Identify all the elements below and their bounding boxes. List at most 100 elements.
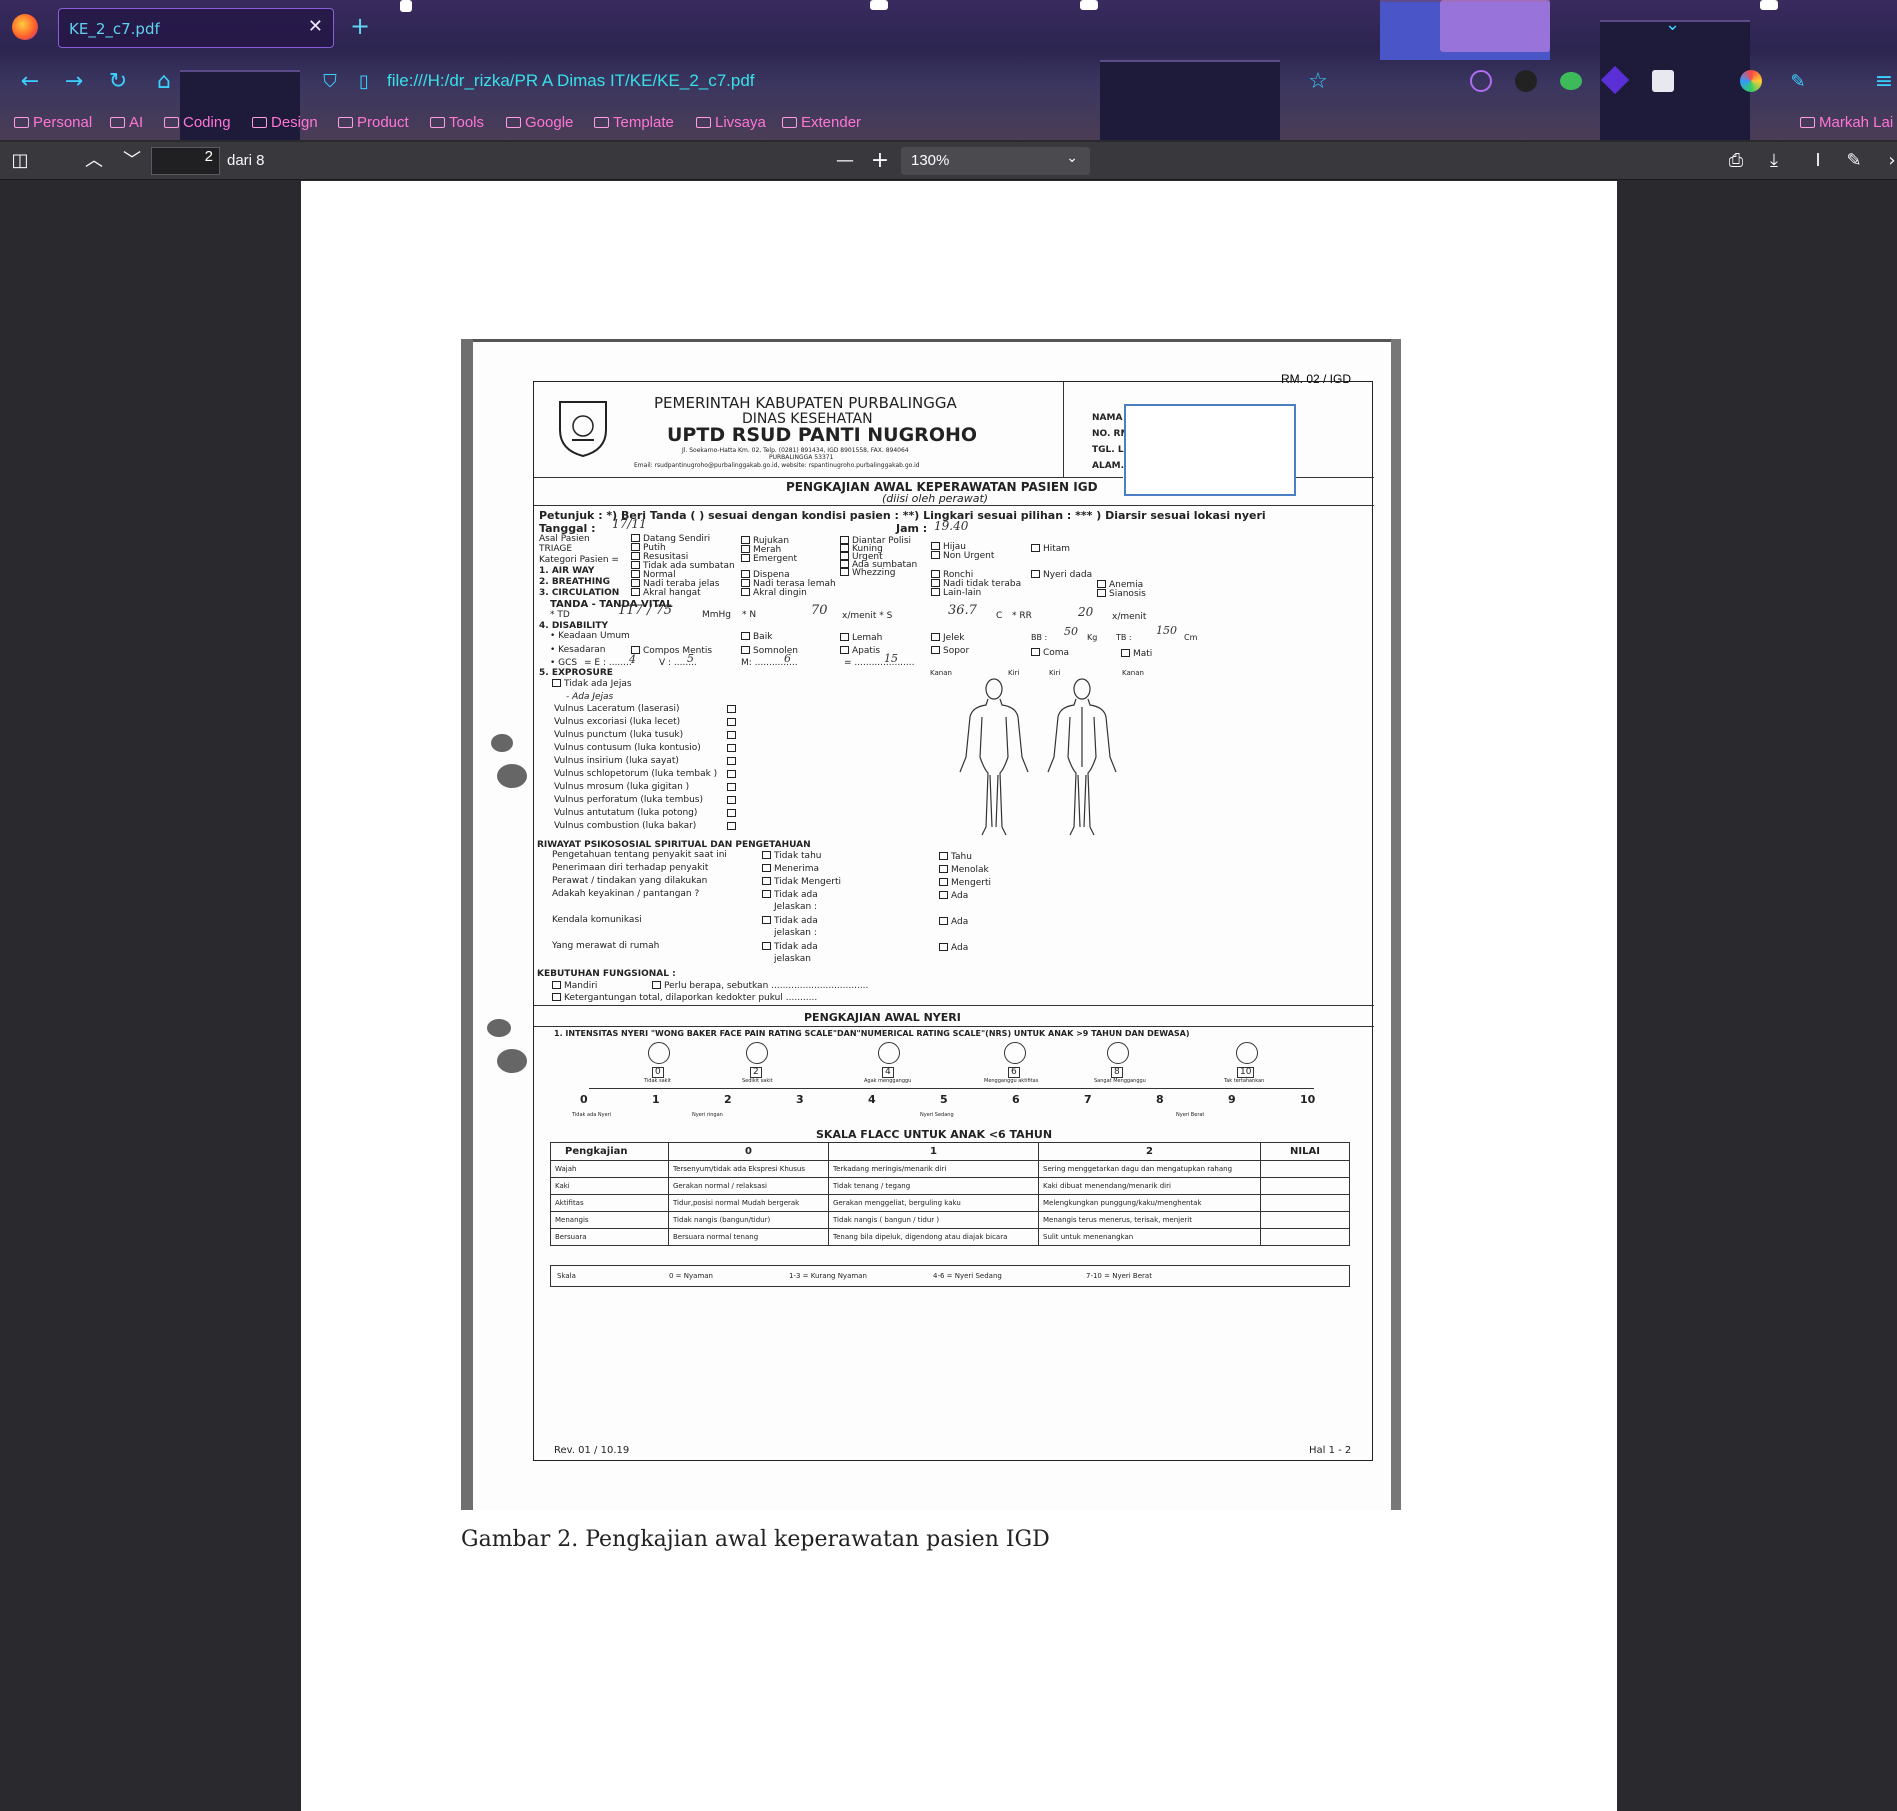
gcs-total-label: = ..................... xyxy=(844,658,915,668)
pdf-viewer[interactable]: RM. 02 / IGD PEMERINTAH KABUPATEN PURBAL… xyxy=(0,181,1897,1811)
nrs-number: 7 xyxy=(1084,1093,1092,1106)
psiko-title: RIWAYAT PSIKOSOSIAL SPIRITUAL DAN PENGET… xyxy=(537,840,811,850)
table-header: 1 xyxy=(828,1142,1039,1161)
bookmark-folder[interactable]: Coding xyxy=(164,114,231,131)
menu-icon[interactable]: ≡ xyxy=(1870,68,1897,96)
print-icon[interactable]: ⎙ xyxy=(1724,150,1748,172)
edit-icon[interactable]: ✎ xyxy=(1784,68,1812,96)
table-cell: Melengkungkan punggung/kaku/menghentak xyxy=(1038,1194,1261,1212)
tb-label: TB : xyxy=(1116,633,1132,642)
forward-icon[interactable]: → xyxy=(60,68,88,96)
nrs-number: 9 xyxy=(1228,1093,1236,1106)
zoom-in-icon[interactable]: + xyxy=(868,150,892,172)
close-tab-icon[interactable]: ✕ xyxy=(308,16,323,37)
tab-active[interactable]: KE_2_c7.pdf ✕ xyxy=(58,8,334,48)
home-icon[interactable]: ⌂ xyxy=(150,68,178,96)
text-cursor-icon[interactable]: I xyxy=(1806,150,1830,172)
folder-icon xyxy=(252,117,267,128)
browser-chrome: KE_2_c7.pdf ✕ + ⌄ ← → ↻ ⌂ ⛉ ▯ file:///H:… xyxy=(0,0,1897,140)
nrs-label: Tidak ada Nyeri xyxy=(572,1112,612,1118)
url-field[interactable]: file:///H:/dr_rizka/PR A Dimas IT/KE/KE_… xyxy=(387,71,755,91)
bookmark-folder[interactable]: Design xyxy=(252,114,318,131)
n-value: 70 xyxy=(811,603,828,618)
option: Mati xyxy=(1121,649,1152,659)
divider xyxy=(534,1005,1374,1006)
bookmark-folder[interactable]: Personal xyxy=(14,114,92,131)
star-icon[interactable]: ☆ xyxy=(1304,68,1332,96)
table-cell: Kaki dibuat menendang/menarik diri xyxy=(1038,1177,1261,1195)
psiko-label: Perawat / tindakan yang dilakukan xyxy=(552,876,708,886)
zoom-out-icon[interactable]: — xyxy=(833,150,857,172)
extension-icon[interactable] xyxy=(1652,70,1674,92)
face-number: 10 xyxy=(1237,1067,1255,1078)
gcs-e-label: = E : ........ xyxy=(584,658,632,668)
rr-unit: x/menit xyxy=(1112,612,1147,622)
face-icon xyxy=(878,1042,900,1064)
option: Ada xyxy=(939,917,968,927)
back-icon[interactable]: ← xyxy=(16,68,44,96)
rr-value: 20 xyxy=(1078,605,1094,619)
extension-icon[interactable] xyxy=(1560,72,1582,90)
face-number: 6 xyxy=(1008,1067,1020,1078)
tab-bar: KE_2_c7.pdf ✕ + ⌄ xyxy=(0,0,1897,54)
td-value: 117 / 75 xyxy=(618,603,672,618)
sidebar-toggle-icon[interactable]: ◫ xyxy=(8,150,32,172)
skala-row: Skala 0 = Nyaman 1-3 = Kurang Nyaman 4-6… xyxy=(550,1265,1350,1287)
bb-label: BB : xyxy=(1031,633,1048,642)
header-line3: UPTD RSUD PANTI NUGROHO xyxy=(667,424,978,446)
td-unit: MmHg xyxy=(702,610,732,620)
table-cell: Sulit untuk menenangkan xyxy=(1038,1228,1261,1246)
jelaskan-label: Jelaskan : xyxy=(774,902,818,912)
draw-icon[interactable]: ✎ xyxy=(1842,150,1866,172)
extension-icon[interactable] xyxy=(1600,65,1630,95)
page-number-input[interactable]: 2 xyxy=(151,147,220,175)
other-bookmarks[interactable]: Markah Lai xyxy=(1800,114,1893,131)
extension-icon[interactable] xyxy=(1515,70,1537,92)
option: Baik xyxy=(741,632,772,642)
face-icon xyxy=(1107,1042,1129,1064)
punch-hole xyxy=(497,764,527,788)
exposure-title: 5. EXPROSURE xyxy=(539,668,613,678)
header-city: PURBALINGGA 53371 xyxy=(769,454,834,461)
header-email: Email: rsudpantinugroho@purbalinggakab.g… xyxy=(634,462,920,469)
bookmark-folder[interactable]: Template xyxy=(594,114,674,131)
table-cell: Tenang bila dipeluk, digendong atau diaj… xyxy=(828,1228,1039,1246)
firefox-logo-icon[interactable] xyxy=(12,14,38,40)
table-cell-nilai xyxy=(1260,1160,1350,1178)
nrs-number: 10 xyxy=(1300,1093,1316,1106)
skala-item: 1-3 = Kurang Nyaman xyxy=(789,1272,867,1280)
kabupaten-seal-icon xyxy=(559,401,607,458)
nrs-label: Nyeri ringan xyxy=(692,1112,723,1118)
has-wound: - Ada Jejas xyxy=(566,692,614,702)
bookmark-folder[interactable]: Tools xyxy=(430,114,484,131)
bookmark-folder[interactable]: Livsaya xyxy=(696,114,766,131)
tanggal-label: Tanggal : xyxy=(539,522,596,535)
row-breathing: 2. BREATHING xyxy=(539,577,610,587)
face-label: Tidak sakit xyxy=(644,1078,671,1084)
table-row: Bersuara Bersuara normal tenang Tenang bil… xyxy=(550,1228,1350,1246)
wound-list: Vulnus Laceratum (laserasi) Vulnus excor… xyxy=(554,704,754,834)
table-cell: Wajah xyxy=(550,1160,669,1178)
tanggal-value: 17/11 xyxy=(612,517,647,531)
option: Nyeri dada xyxy=(1031,570,1092,580)
option: Lain-lain xyxy=(931,588,981,598)
pocket-icon[interactable] xyxy=(1470,70,1492,92)
reload-icon[interactable]: ↻ xyxy=(104,68,132,96)
new-tab-button[interactable]: + xyxy=(350,12,370,40)
shield-icon[interactable]: ⛉ xyxy=(316,68,344,96)
bookmark-folder[interactable]: Product xyxy=(338,114,409,131)
more-icon[interactable]: › xyxy=(1880,150,1897,172)
bookmark-folder[interactable]: AI xyxy=(110,114,143,131)
bookmark-folder[interactable]: Google xyxy=(506,114,573,131)
next-page-icon[interactable]: ﹀ xyxy=(120,150,144,172)
list-tabs-icon[interactable]: ⌄ xyxy=(1665,14,1680,35)
option: Tidak Mengerti xyxy=(762,877,841,887)
extension-icon[interactable] xyxy=(1740,70,1762,92)
option: Somnolen xyxy=(741,646,798,656)
zoom-select[interactable]: 130% ⌄ xyxy=(901,147,1090,175)
bookmark-folder[interactable]: Extender xyxy=(782,114,861,131)
option: Tahu xyxy=(939,852,972,862)
save-icon[interactable]: ⤓ xyxy=(1762,150,1786,172)
jam-value: 19.40 xyxy=(934,519,969,533)
prev-page-icon[interactable]: ︿ xyxy=(82,150,106,172)
